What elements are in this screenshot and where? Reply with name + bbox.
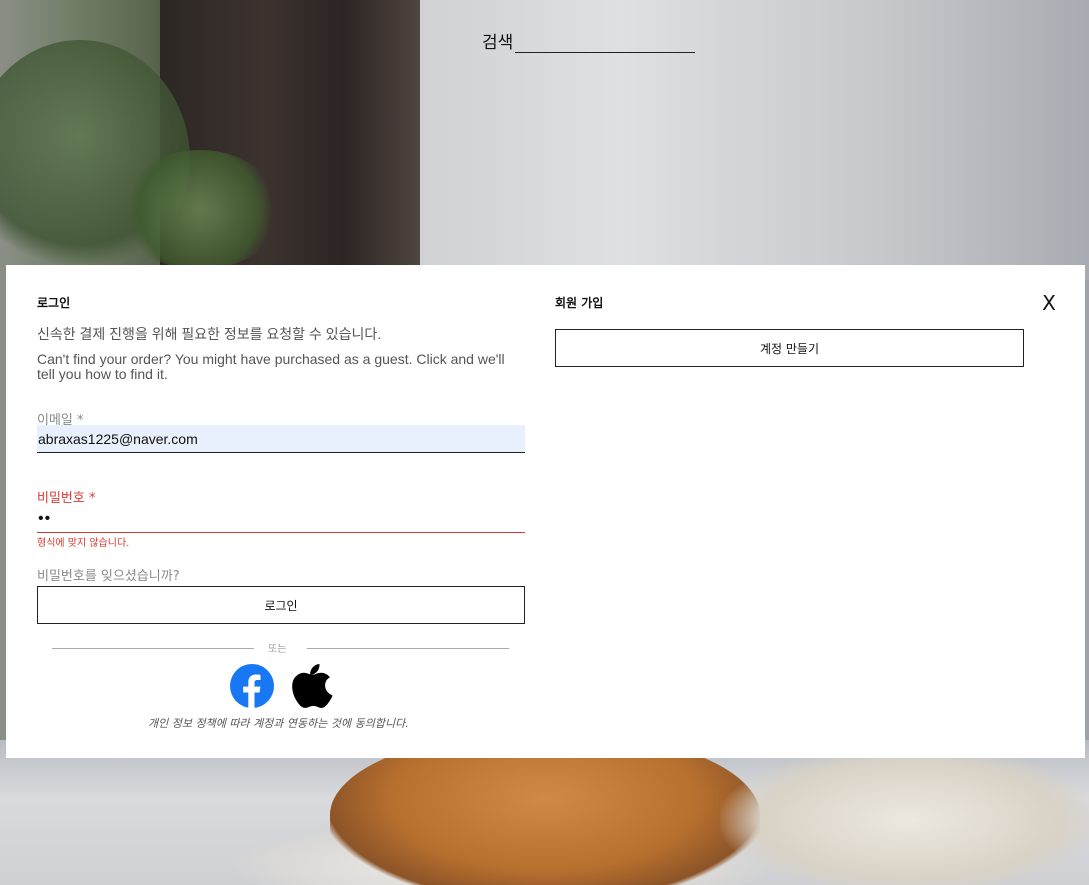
- or-separator: 또는: [268, 644, 287, 655]
- password-label: 비밀번호 *: [37, 491, 96, 506]
- guest-order-note[interactable]: Can't find your order? You might have pu…: [37, 352, 517, 382]
- search-label: 검색: [482, 33, 514, 53]
- login-title: 로그인: [37, 296, 71, 310]
- background-plant: [120, 150, 280, 270]
- background-blanket: [720, 745, 1089, 885]
- facebook-icon: [230, 664, 274, 708]
- password-error-message: 형식에 맞지 않습니다.: [37, 538, 130, 549]
- password-field[interactable]: [37, 505, 525, 533]
- close-icon[interactable]: X: [1039, 293, 1059, 313]
- forgot-password-link[interactable]: 비밀번호를 잊으셨습니까?: [37, 565, 180, 584]
- signup-title: 회원 가입: [555, 296, 604, 310]
- login-button[interactable]: 로그인: [37, 586, 525, 624]
- search-field[interactable]: 검색: [482, 28, 696, 53]
- facebook-login-button[interactable]: [230, 664, 274, 708]
- login-intro-text: 신속한 결제 진행을 위해 필요한 정보를 요청할 수 있습니다.: [37, 326, 382, 342]
- consent-text: 개인 정보 정책에 따라 계정과 연동하는 것에 동의합니다.: [148, 717, 409, 730]
- apple-login-button[interactable]: [292, 662, 336, 708]
- apple-icon: [292, 664, 333, 708]
- create-account-button[interactable]: 계정 만들기: [555, 329, 1024, 367]
- divider-line: [307, 648, 509, 649]
- divider-line: [52, 648, 254, 649]
- search-input[interactable]: [515, 34, 696, 53]
- email-field[interactable]: [37, 425, 525, 453]
